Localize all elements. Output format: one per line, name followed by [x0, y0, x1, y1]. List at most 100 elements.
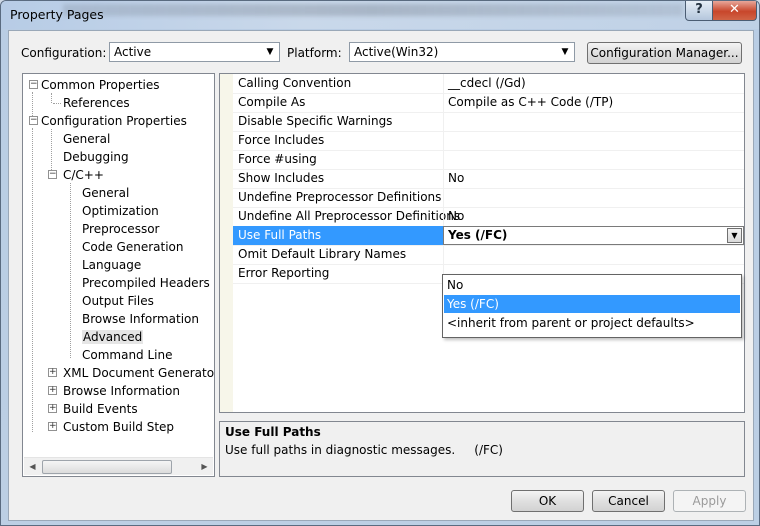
tree-item-label: Configuration Properties [41, 114, 187, 128]
dialog-client-area: Configuration: Active ▼ Platform: Active… [8, 30, 754, 521]
grid-row[interactable]: Undefine Preprocessor Definitions [233, 188, 744, 208]
dropdown-option-yes[interactable]: Yes (/FC) [444, 295, 740, 313]
use-full-paths-dropdown[interactable]: No Yes (/FC) <inherit from parent or pro… [442, 274, 742, 338]
chevron-down-icon: ▼ [561, 47, 569, 57]
chevron-down-icon[interactable]: ▼ [727, 228, 742, 243]
expand-icon[interactable]: + [48, 404, 57, 413]
grid-divider [443, 245, 444, 264]
tree-item-label: Preprocessor [82, 222, 160, 236]
scroll-left-icon[interactable]: ◀ [24, 458, 41, 475]
grid-row[interactable]: Force #using [233, 150, 744, 170]
property-value: No [448, 209, 465, 223]
property-value: No [448, 171, 465, 185]
tree-item-label: Output Files [82, 294, 154, 308]
grid-row[interactable]: Omit Default Library Names [233, 245, 744, 265]
dropdown-option-no[interactable]: No [444, 276, 740, 294]
window-title: Property Pages [10, 7, 104, 22]
grid-row[interactable]: Compile As Compile as C++ Code (/TP) [233, 93, 744, 113]
apply-button[interactable]: Apply [673, 490, 746, 512]
grid-divider [443, 207, 444, 226]
grid-divider [443, 150, 444, 169]
use-full-paths-combo[interactable]: Yes (/FC) ▼ [443, 226, 744, 245]
expand-icon[interactable]: + [48, 386, 57, 395]
tree-item-label: Advanced [82, 330, 144, 344]
grid-row[interactable]: Force Includes [233, 131, 744, 151]
grid-row[interactable]: Calling Convention __cdecl (/Gd) [233, 74, 744, 94]
platform-value: Active(Win32) [354, 45, 439, 59]
tree-item-label: Code Generation [82, 240, 184, 254]
tree-item-label: Common Properties [41, 78, 160, 92]
tree-item-label: Custom Build Step [63, 420, 175, 434]
property-tree[interactable]: − Common Properties References − Configu… [22, 73, 215, 477]
tree-item-label: XML Document Generator [63, 366, 215, 380]
tree-item-references[interactable]: References [53, 94, 130, 112]
grid-divider [443, 93, 444, 112]
scroll-right-icon[interactable]: ▶ [196, 458, 213, 475]
expand-icon[interactable]: + [48, 368, 57, 377]
tree-item-label: General [63, 132, 111, 146]
grid-divider [443, 74, 444, 93]
collapse-icon[interactable]: − [29, 116, 38, 125]
property-name: Calling Convention [238, 76, 352, 90]
ok-button[interactable]: OK [511, 490, 584, 512]
tree-item-label: Browse Information [63, 384, 180, 398]
property-pages-window: Property Pages ? ✕ Configuration: Active… [0, 0, 760, 526]
tree-item-debugging[interactable]: Debugging [63, 148, 129, 166]
close-button[interactable]: ✕ [712, 1, 757, 21]
property-name: Force Includes [238, 133, 325, 147]
property-name: Show Includes [238, 171, 325, 185]
expand-icon[interactable]: + [48, 422, 57, 431]
tree-item-general[interactable]: General [63, 130, 110, 148]
grid-margin [220, 74, 233, 412]
tree-item-cpp-browse-information[interactable]: Browse Information [82, 310, 199, 328]
tree-item-language[interactable]: Language [82, 256, 141, 274]
tree-line [53, 103, 61, 104]
tree-item-label: C/C++ [63, 168, 104, 182]
platform-label: Platform: [287, 46, 342, 60]
property-name: Compile As [238, 95, 306, 109]
property-value: Compile as C++ Code (/TP) [448, 95, 614, 109]
configuration-select[interactable]: Active ▼ [109, 42, 280, 62]
property-name: Undefine Preprocessor Definitions [238, 190, 442, 204]
tree-item-precompiled-headers[interactable]: Precompiled Headers [82, 274, 210, 292]
tree-item-code-generation[interactable]: Code Generation [82, 238, 183, 256]
tree-item-label: Language [82, 258, 142, 272]
tree-horizontal-scrollbar[interactable]: ◀ ▶ [24, 457, 213, 475]
configuration-label: Configuration: [21, 46, 107, 60]
platform-select[interactable]: Active(Win32) ▼ [349, 42, 575, 62]
grid-row-selected[interactable]: Use Full Paths Yes (/FC) ▼ [233, 226, 744, 246]
tree-item-output-files[interactable]: Output Files [82, 292, 154, 310]
property-value: Yes (/FC) [448, 228, 508, 242]
grid-row[interactable]: Undefine All Preprocessor Definitions No [233, 207, 744, 227]
scroll-thumb[interactable] [42, 460, 172, 474]
grid-row[interactable]: Disable Specific Warnings [233, 112, 744, 132]
tree-item-optimization[interactable]: Optimization [82, 202, 159, 220]
tree-item-command-line[interactable]: Command Line [82, 346, 173, 364]
tree-item-cpp-general[interactable]: General [82, 184, 129, 202]
tree-item-preprocessor[interactable]: Preprocessor [82, 220, 159, 238]
title-bar[interactable]: Property Pages ? ✕ [1, 1, 759, 29]
property-name: Error Reporting [238, 266, 330, 280]
cancel-button[interactable]: Cancel [592, 490, 665, 512]
tree-item-label: Command Line [82, 348, 173, 362]
tree-item-advanced[interactable]: Advanced [82, 328, 144, 346]
property-name: Force #using [238, 152, 317, 166]
tree-item-label: Browse Information [82, 312, 199, 326]
grid-divider [443, 188, 444, 207]
collapse-icon[interactable]: − [29, 80, 38, 89]
property-grid[interactable]: Calling Convention __cdecl (/Gd) Compile… [219, 73, 745, 413]
property-name: Use Full Paths [238, 228, 322, 242]
property-name: Omit Default Library Names [238, 247, 407, 261]
collapse-icon[interactable]: − [48, 170, 57, 179]
description-text: Use full paths in diagnostic messages. (… [225, 443, 503, 457]
tree-line [51, 93, 52, 103]
blurred-background-text [63, 4, 683, 16]
grid-row[interactable]: Show Includes No [233, 169, 744, 189]
tree-item-label: References [63, 96, 130, 110]
configuration-manager-button[interactable]: Configuration Manager... [587, 42, 742, 64]
property-value: __cdecl (/Gd) [448, 76, 526, 90]
configuration-value: Active [114, 45, 152, 59]
grid-divider [443, 169, 444, 188]
dropdown-option-inherit[interactable]: <inherit from parent or project defaults… [444, 314, 740, 332]
help-button[interactable]: ? [685, 1, 713, 21]
